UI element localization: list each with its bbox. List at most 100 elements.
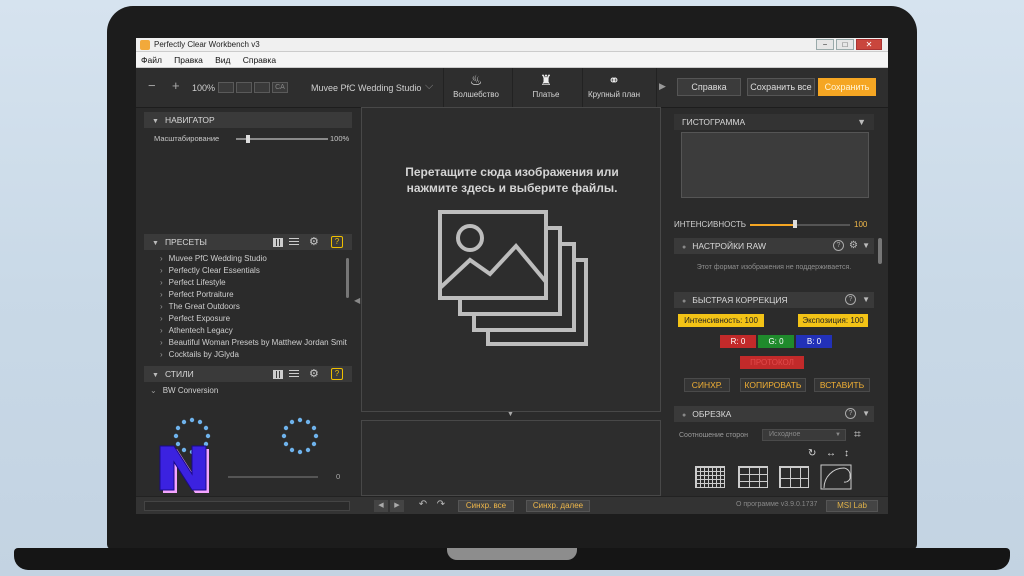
- chevron-down-icon[interactable]: ⌵: [425, 80, 433, 93]
- chevron-down-icon[interactable]: ▼: [862, 292, 870, 308]
- quick-header[interactable]: ● БЫСТРАЯ КОРРЕКЦИЯ ? ▼: [674, 292, 874, 308]
- paste-button[interactable]: ВСТАВИТЬ: [814, 378, 870, 392]
- expand-filmstrip-icon[interactable]: ▼: [507, 411, 514, 418]
- intensity-chip[interactable]: Интенсивность: 100: [678, 314, 764, 327]
- image-placeholder-icon: [438, 210, 588, 346]
- blue-chip[interactable]: B: 0: [796, 335, 832, 348]
- redo-icon[interactable]: ↷: [434, 499, 448, 513]
- drop-instructions: Перетащите сюда изображения или нажмите …: [362, 164, 662, 196]
- menu-view[interactable]: Вид: [210, 52, 235, 68]
- histogram-header[interactable]: ГИСТОГРАММА ▼: [674, 114, 874, 130]
- flip-vertical-icon[interactable]: ↕: [844, 448, 849, 459]
- save-button[interactable]: Сохранить: [818, 78, 876, 96]
- single-view-icon[interactable]: [218, 82, 234, 93]
- list-item[interactable]: › Perfect Portraiture: [160, 290, 234, 299]
- list-view-icon[interactable]: [289, 238, 299, 247]
- about-text[interactable]: О программе v3.9.0.1737: [736, 501, 817, 508]
- help-icon[interactable]: ?: [833, 240, 844, 251]
- help-icon[interactable]: ?: [845, 408, 856, 419]
- tool-magic[interactable]: ♨ Волшебство: [444, 72, 508, 99]
- grid-fine-icon[interactable]: [695, 466, 725, 488]
- save-all-button[interactable]: Сохранить все: [747, 78, 815, 96]
- sync-button[interactable]: СИНХР.: [684, 378, 730, 392]
- presets-header[interactable]: ▼ ПРЕСЕТЫ: [144, 234, 352, 250]
- collapse-left-icon[interactable]: ◀: [354, 296, 360, 305]
- green-chip[interactable]: G: 0: [758, 335, 794, 348]
- sync-next-button[interactable]: Синхр. далее: [526, 500, 590, 512]
- help-icon[interactable]: ?: [331, 236, 343, 248]
- next-icon[interactable]: ▶: [390, 500, 404, 512]
- toggle-dot-icon[interactable]: ●: [682, 298, 686, 305]
- maximize-button[interactable]: □: [836, 39, 854, 50]
- chevron-down-icon[interactable]: ▼: [862, 406, 870, 422]
- intensity-slider-knob[interactable]: [793, 220, 797, 228]
- help-button[interactable]: Справка: [677, 78, 741, 96]
- intensity-label: ИНТЕНСИВНОСТЬ: [674, 220, 747, 229]
- zoom-out-button[interactable]: −: [148, 78, 156, 93]
- tool-closeup[interactable]: ⚭ Крупный план: [582, 72, 646, 99]
- menu-edit[interactable]: Правка: [169, 52, 208, 68]
- collapse-right-icon[interactable]: ▶: [659, 81, 666, 92]
- list-item[interactable]: › Cocktails by JGlyda: [160, 350, 239, 359]
- list-item[interactable]: › Perfectly Clear Essentials: [160, 266, 260, 275]
- preset-select[interactable]: Muvee PfC Wedding Studio: [311, 83, 421, 93]
- scale-slider-knob[interactable]: [245, 135, 250, 143]
- navigator-header[interactable]: ▼ НАВИГАТОР: [144, 112, 352, 128]
- sync-all-button[interactable]: Синхр. все: [458, 500, 514, 512]
- rotate-icon[interactable]: ↻: [808, 448, 816, 459]
- list-item[interactable]: ⌄ BW Conversion: [150, 386, 218, 395]
- style-slider-value: 0: [336, 472, 341, 481]
- title-bar: Perfectly Clear Workbench v3 − □ ✕: [136, 38, 888, 52]
- zoom-level: 100%: [192, 83, 216, 93]
- reset-chip[interactable]: ПРОТОКОЛ: [740, 356, 804, 369]
- minimize-button[interactable]: −: [816, 39, 834, 50]
- copy-button[interactable]: КОПИРОВАТЬ: [740, 378, 806, 392]
- chevron-down-icon[interactable]: ▼: [862, 238, 870, 254]
- list-item[interactable]: › Beautiful Woman Presets by Matthew Jord…: [160, 338, 348, 347]
- presets-scrollbar[interactable]: [346, 258, 349, 298]
- gear-icon[interactable]: ⚙: [849, 238, 858, 254]
- toggle-dot-icon[interactable]: ●: [682, 244, 686, 251]
- grid-view-icon[interactable]: [273, 238, 283, 247]
- help-icon[interactable]: ?: [331, 368, 343, 380]
- aspect-ratio-select[interactable]: Исходное ▼: [762, 429, 846, 441]
- chevron-down-icon[interactable]: ▼: [857, 114, 866, 130]
- toolbar-separator: [656, 68, 657, 108]
- drop-zone[interactable]: Перетащите сюда изображения или нажмите …: [361, 107, 661, 412]
- gear-icon[interactable]: ⚙: [309, 235, 319, 248]
- ca-button[interactable]: CA: [272, 82, 288, 93]
- list-view-icon[interactable]: [289, 370, 299, 379]
- side-by-side-icon[interactable]: [254, 82, 270, 93]
- raw-header[interactable]: ● НАСТРОЙКИ RAW ? ⚙ ▼: [674, 238, 874, 254]
- toggle-dot-icon[interactable]: ●: [682, 412, 686, 419]
- list-item[interactable]: › Muvee PfC Wedding Studio: [160, 254, 267, 263]
- crop-icon[interactable]: ⌗: [854, 427, 861, 442]
- list-item[interactable]: › The Great Outdoors: [160, 302, 240, 311]
- exposure-chip[interactable]: Экспозиция: 100: [798, 314, 868, 327]
- menu-file[interactable]: Файл: [136, 52, 167, 68]
- list-item[interactable]: › Perfect Lifestyle: [160, 278, 226, 287]
- flip-horizontal-icon[interactable]: ↔: [826, 448, 836, 459]
- grid-golden-icon[interactable]: [779, 466, 809, 488]
- tool-dress[interactable]: ♜ Платье: [514, 72, 578, 99]
- red-chip[interactable]: R: 0: [720, 335, 756, 348]
- right-scrollbar[interactable]: [878, 238, 882, 264]
- grid-view-icon[interactable]: [273, 370, 283, 379]
- grid-thirds-icon[interactable]: [738, 466, 768, 488]
- menu-help[interactable]: Справка: [238, 52, 281, 68]
- help-icon[interactable]: ?: [845, 294, 856, 305]
- styles-header[interactable]: ▼ СТИЛИ: [144, 366, 352, 382]
- style-slider[interactable]: [228, 476, 318, 478]
- tool-magic-label: Волшебство: [453, 90, 499, 99]
- close-button[interactable]: ✕: [856, 39, 882, 50]
- status-bar: ◀ ▶ ↶ ↷ Синхр. все Синхр. далее О програ…: [136, 496, 888, 514]
- spiral-icon[interactable]: [820, 464, 852, 490]
- zoom-in-button[interactable]: +: [172, 78, 180, 93]
- split-view-icon[interactable]: [236, 82, 252, 93]
- prev-icon[interactable]: ◀: [374, 500, 388, 512]
- gear-icon[interactable]: ⚙: [309, 367, 319, 380]
- list-item[interactable]: › Perfect Exposure: [160, 314, 230, 323]
- undo-icon[interactable]: ↶: [416, 499, 430, 513]
- list-item[interactable]: › Athentech Legacy: [160, 326, 233, 335]
- crop-header[interactable]: ● ОБРЕЗКА ? ▼: [674, 406, 874, 422]
